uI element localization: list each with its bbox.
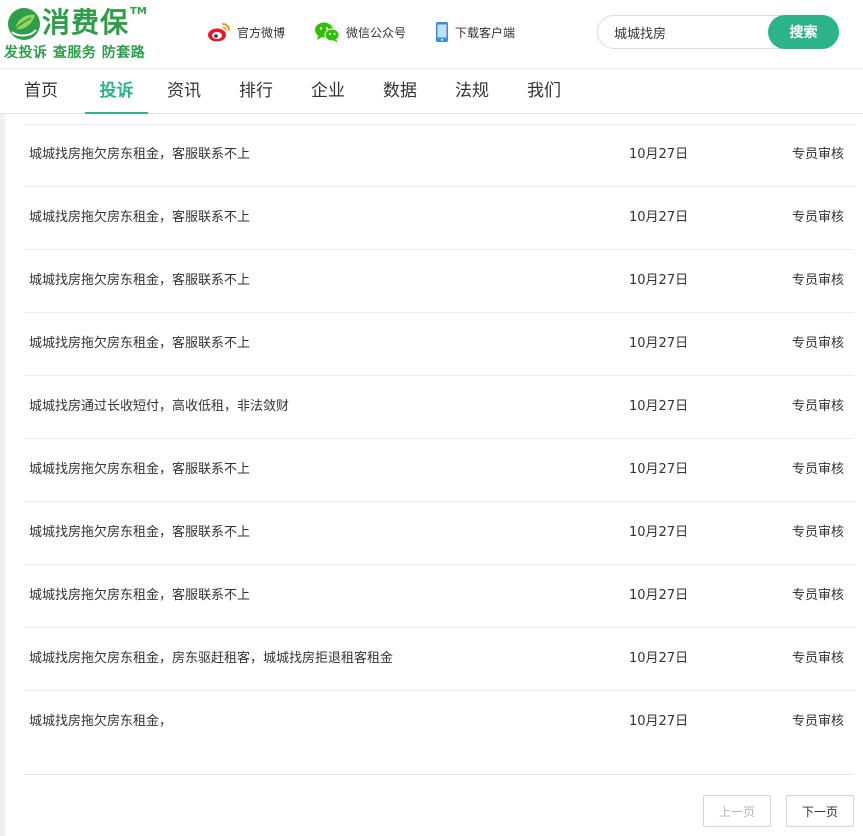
complaint-title: 城城找房拖欠房东租金，房东驱赶租客，城城找房拒退租客租金 bbox=[29, 651, 394, 666]
complaint-status: 专员审核 bbox=[791, 525, 844, 540]
weibo-icon bbox=[208, 23, 230, 42]
nav-item-home[interactable]: 首页 bbox=[24, 69, 58, 114]
logo-name: 消费保 bbox=[42, 6, 130, 39]
logo-slogan: 发投诉 查服务 防套路 bbox=[4, 45, 146, 61]
nav-item-laws[interactable]: 法规 bbox=[455, 69, 489, 114]
complaint-date: 10月27日 bbox=[629, 147, 689, 162]
complaint-title: 城城找房通过长收短付，高收低租，非法敛财 bbox=[29, 399, 290, 414]
complaint-date: 10月27日 bbox=[629, 588, 689, 603]
complaint-row[interactable]: 城城找房拖欠房东租金，房东驱赶租客，城城找房拒退租客租金 10月27日 专员审核 bbox=[24, 628, 854, 691]
complaint-row[interactable]: 城城找房拖欠房东租金，客服联系不上 10月27日 专员审核 bbox=[24, 124, 854, 187]
complaint-date: 10月27日 bbox=[629, 336, 689, 351]
download-app-label: 下载客户端 bbox=[455, 25, 516, 40]
complaint-list: 城城找房拖欠房东租金，客服联系不上 10月27日 专员审核 城城找房拖欠房东租金… bbox=[24, 124, 854, 754]
complaint-title: 城城找房拖欠房东租金，客服联系不上 bbox=[29, 462, 251, 477]
complaint-date: 10月27日 bbox=[629, 210, 689, 225]
complaint-row[interactable]: 城城找房拖欠房东租金，客服联系不上 10月27日 专员审核 bbox=[24, 565, 854, 628]
search-input[interactable] bbox=[612, 16, 762, 48]
logo-trademark: TM bbox=[130, 6, 147, 17]
complaint-status: 专员审核 bbox=[791, 147, 844, 162]
complaint-row[interactable]: 城城找房拖欠房东租金，客服联系不上 10月27日 专员审核 bbox=[24, 250, 854, 313]
leaf-logo-icon bbox=[8, 8, 40, 40]
complaint-row[interactable]: 城城找房通过长收短付，高收低租，非法敛财 10月27日 专员审核 bbox=[24, 376, 854, 439]
search-button[interactable]: 搜索 bbox=[768, 15, 839, 49]
complaint-status: 专员审核 bbox=[791, 210, 844, 225]
wechat-link-label: 微信公众号 bbox=[346, 25, 407, 40]
complaint-date: 10月27日 bbox=[629, 462, 689, 477]
complaint-status: 专员审核 bbox=[791, 651, 844, 666]
complaint-status: 专员审核 bbox=[791, 273, 844, 288]
complaint-title: 城城找房拖欠房东租金， bbox=[29, 714, 173, 729]
complaint-title: 城城找房拖欠房东租金，客服联系不上 bbox=[29, 588, 251, 603]
wechat-icon bbox=[315, 22, 340, 43]
complaint-title: 城城找房拖欠房东租金，客服联系不上 bbox=[29, 525, 251, 540]
complaint-row[interactable]: 城城找房拖欠房东租金，客服联系不上 10月27日 专员审核 bbox=[24, 313, 854, 376]
next-page-button[interactable]: 下一页 bbox=[786, 795, 854, 827]
nav-item-about[interactable]: 我们 bbox=[527, 69, 561, 114]
wechat-link[interactable]: 微信公众号 bbox=[314, 20, 406, 44]
download-app-link[interactable]: 下载客户端 bbox=[435, 20, 515, 44]
phone-icon bbox=[436, 22, 448, 42]
nav-item-ranking[interactable]: 排行 bbox=[239, 69, 273, 114]
complaint-status: 专员审核 bbox=[791, 462, 844, 477]
complaint-row[interactable]: 城城找房拖欠房东租金，客服联系不上 10月27日 专员审核 bbox=[24, 439, 854, 502]
complaint-title: 城城找房拖欠房东租金，客服联系不上 bbox=[29, 147, 251, 162]
search-box: 搜索 bbox=[597, 15, 839, 49]
list-bottom-divider bbox=[24, 774, 854, 775]
complaint-title: 城城找房拖欠房东租金，客服联系不上 bbox=[29, 336, 251, 351]
site-header: 消费保 TM 发投诉 查服务 防套路 官方微博 微信公众号 下载客户端 城城找房… bbox=[0, 0, 863, 68]
complaint-date: 10月27日 bbox=[629, 525, 689, 540]
complaint-status: 专员审核 bbox=[791, 714, 844, 729]
complaint-date: 10月27日 bbox=[629, 273, 689, 288]
complaint-status: 专员审核 bbox=[791, 399, 844, 414]
prev-page-button[interactable]: 上一页 bbox=[703, 795, 771, 827]
weibo-link-label: 官方微博 bbox=[237, 25, 286, 40]
complaint-row[interactable]: 城城找房拖欠房东租金，客服联系不上 10月27日 专员审核 bbox=[24, 502, 854, 565]
nav-item-data[interactable]: 数据 bbox=[383, 69, 417, 114]
main-nav: 首页 投诉 资讯 排行 企业 数据 法规 我们 bbox=[0, 68, 863, 114]
nav-item-complaints[interactable]: 投诉 bbox=[85, 69, 148, 114]
complaint-date: 10月27日 bbox=[629, 651, 689, 666]
left-scroll-strip bbox=[0, 114, 5, 836]
complaint-status: 专员审核 bbox=[791, 588, 844, 603]
nav-item-enterprise[interactable]: 企业 bbox=[311, 69, 345, 114]
complaint-row[interactable]: 城城找房拖欠房东租金，客服联系不上 10月27日 专员审核 bbox=[24, 187, 854, 250]
complaint-date: 10月27日 bbox=[629, 399, 689, 414]
site-logo[interactable]: 消费保 TM 发投诉 查服务 防套路 bbox=[4, 4, 154, 62]
nav-item-news[interactable]: 资讯 bbox=[167, 69, 201, 114]
complaint-title: 城城找房拖欠房东租金，客服联系不上 bbox=[29, 210, 251, 225]
weibo-link[interactable]: 官方微博 bbox=[207, 20, 285, 44]
complaint-title: 城城找房拖欠房东租金，客服联系不上 bbox=[29, 273, 251, 288]
complaint-status: 专员审核 bbox=[791, 336, 844, 351]
complaint-date: 10月27日 bbox=[629, 714, 689, 729]
complaint-row[interactable]: 城城找房拖欠房东租金， 10月27日 专员审核 bbox=[24, 691, 854, 754]
